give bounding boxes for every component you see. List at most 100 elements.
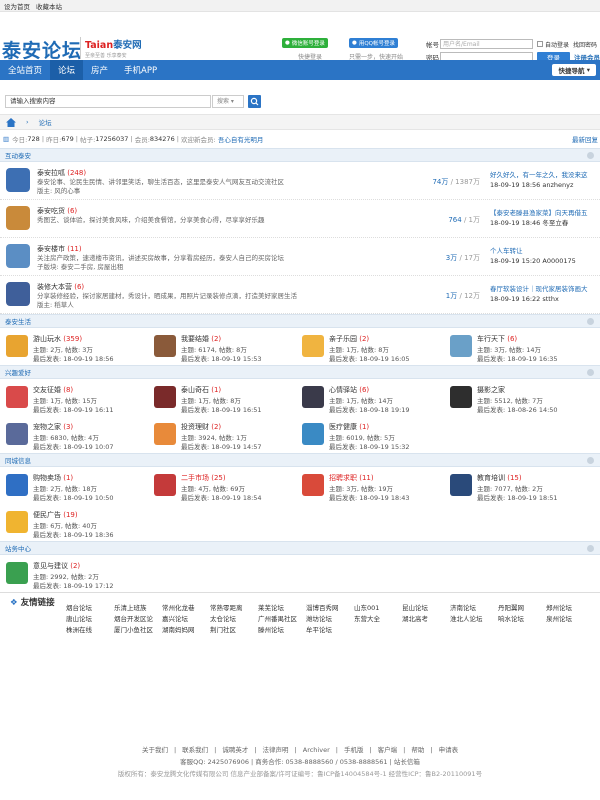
forum-name[interactable]: 泰安楼市: [37, 245, 65, 253]
friend-link[interactable]: 东营大全: [354, 613, 402, 624]
forum-icon[interactable]: [154, 474, 176, 496]
section-header[interactable]: 同城信息: [0, 453, 600, 467]
forum-moderator[interactable]: 版主: 稻草人: [37, 301, 397, 310]
forum-name[interactable]: 我要结婚: [181, 335, 209, 343]
footer-link[interactable]: 客户端: [378, 746, 398, 754]
search-type-select[interactable]: 搜索 ▾: [212, 95, 244, 108]
footer-link[interactable]: Archiver: [303, 746, 330, 754]
forum-title[interactable]: 医疗健康 (1): [329, 422, 369, 432]
forum-icon[interactable]: [6, 206, 30, 230]
friend-link[interactable]: 厦门小鱼社区: [114, 624, 162, 635]
set-home-link[interactable]: 设为首页: [4, 1, 30, 11]
forum-title[interactable]: 装修大本营 (6): [37, 282, 84, 292]
forum-icon[interactable]: [6, 562, 28, 584]
forum-moderator[interactable]: 子版块: 泰安二手房, 房屋出租: [37, 263, 397, 272]
forum-cell[interactable]: 游山玩水 (359) 主题: 2万, 帖数: 3万 最后发表: 18-09-19 1…: [0, 328, 148, 365]
collapse-icon[interactable]: [587, 152, 594, 159]
last-post-title[interactable]: 好久好久，有一年之久，我没来这: [490, 170, 600, 180]
nav-app[interactable]: 手机APP: [116, 60, 165, 80]
friend-link[interactable]: 山东001: [354, 602, 402, 613]
forum-icon[interactable]: [6, 386, 28, 408]
footer-link[interactable]: 手机版: [344, 746, 364, 754]
auto-login-checkbox[interactable]: 自动登录: [537, 40, 569, 49]
friend-link[interactable]: 丹阳翼网: [498, 602, 546, 613]
forum-icon[interactable]: [154, 386, 176, 408]
forum-title[interactable]: 我要结婚 (2): [181, 334, 221, 344]
friend-link[interactable]: 乐清上班族: [114, 602, 162, 613]
forum-name[interactable]: 便民广告: [33, 511, 61, 519]
friend-link[interactable]: 湖北高考: [402, 613, 450, 624]
forum-cell[interactable]: 购物卖场 (1) 主题: 2万, 帖数: 18万 最后发表: 18-09-19 10…: [0, 467, 148, 504]
forum-cell[interactable]: 车行天下 (6) 主题: 3万, 帖数: 14万 最后发表: 18-09-19 16…: [444, 328, 592, 365]
forum-title[interactable]: 购物卖场 (1): [33, 473, 73, 483]
nav-house[interactable]: 房产: [83, 60, 116, 80]
forum-icon[interactable]: [302, 474, 324, 496]
forum-cell[interactable]: 招聘求职 (11) 主题: 3万, 帖数: 19万 最后发表: 18-09-19 1…: [296, 467, 444, 504]
footer-link[interactable]: 法律声明: [263, 746, 289, 754]
forum-icon[interactable]: [302, 423, 324, 445]
friend-link[interactable]: 太仓论坛: [210, 613, 258, 624]
forum-icon[interactable]: [450, 474, 472, 496]
section-header[interactable]: 兴趣爱好: [0, 365, 600, 379]
qq-login-button[interactable]: ● 用QQ帐号登录: [349, 38, 398, 48]
forum-cell[interactable]: 便民广告 (19) 主题: 6万, 帖数: 40万 最后发表: 18-09-19 1…: [0, 504, 148, 541]
forum-cell[interactable]: 宠物之家 (3) 主题: 6830, 帖数: 4万 最后发表: 18-09-19 1…: [0, 416, 148, 453]
friend-link[interactable]: 烟台论坛: [66, 602, 114, 613]
forum-title[interactable]: 泰山奇石 (1): [181, 385, 221, 395]
new-member-link[interactable]: 吾心自有光明月: [218, 134, 264, 144]
friend-link[interactable]: 荆门社区: [210, 624, 258, 635]
friend-link[interactable]: 淄博百秀网: [306, 602, 354, 613]
forum-icon[interactable]: [154, 335, 176, 357]
breadcrumb-forum[interactable]: 论坛: [39, 117, 52, 127]
forum-title[interactable]: 游山玩水 (359): [33, 334, 82, 344]
forum-cell[interactable]: 我要结婚 (2) 主题: 6174, 帖数: 8万 最后发表: 18-09-19 1…: [148, 328, 296, 365]
friend-link[interactable]: 淮北人论坛: [450, 613, 498, 624]
bookmark-link[interactable]: 收藏本站: [36, 1, 62, 11]
footer-link[interactable]: 诚聘英才: [222, 746, 248, 754]
forum-title[interactable]: 心情驿站 (6): [329, 385, 369, 395]
forum-cell[interactable]: 摄影之家 主题: 5512, 帖数: 7万 最后发表: 18-08-26 14:5…: [444, 379, 592, 416]
forum-title[interactable]: 泰安拉呱 (248): [37, 168, 86, 178]
forum-name[interactable]: 车行天下: [477, 335, 505, 343]
forum-name[interactable]: 二手市场: [181, 474, 209, 482]
forum-name[interactable]: 教育培训: [477, 474, 505, 482]
friend-link[interactable]: 泉州论坛: [546, 613, 594, 624]
friend-link[interactable]: 常熟零距离: [210, 602, 258, 613]
forum-row[interactable]: 泰安拉呱 (248) 泰安论事、论民生民情、讲邻里笑话，聊生活百态，这里是泰安人气…: [0, 162, 600, 200]
collapse-icon[interactable]: [587, 545, 594, 552]
footer-link[interactable]: 关于我们: [142, 746, 168, 754]
forum-icon[interactable]: [302, 335, 324, 357]
forum-icon[interactable]: [450, 335, 472, 357]
nav-home[interactable]: 全站首页: [0, 60, 50, 80]
forum-icon[interactable]: [6, 282, 30, 306]
friend-link[interactable]: 响水论坛: [498, 613, 546, 624]
forum-name[interactable]: 招聘求职: [329, 474, 357, 482]
forum-name[interactable]: 交友征婚: [33, 386, 61, 394]
forum-name[interactable]: 装修大本营: [37, 283, 72, 291]
last-post-title[interactable]: 春厅软装设计｜现代家居装饰画大: [490, 284, 600, 294]
forgot-password-link[interactable]: 找回密码: [573, 40, 597, 49]
forum-cell[interactable]: 二手市场 (25) 主题: 4万, 帖数: 69万 最后发表: 18-09-19 1…: [148, 467, 296, 504]
wechat-login-button[interactable]: ● 微信账号登录: [282, 38, 328, 48]
forum-name[interactable]: 泰安吃货: [37, 207, 65, 215]
forum-title[interactable]: 教育培训 (15): [477, 473, 522, 483]
forum-icon[interactable]: [450, 386, 472, 408]
forum-title[interactable]: 交友征婚 (8): [33, 385, 73, 395]
forum-title[interactable]: 招聘求职 (11): [329, 473, 374, 483]
site-logo[interactable]: 泰安论坛: [2, 36, 82, 63]
forum-cell[interactable]: 医疗健康 (1) 主题: 6019, 帖数: 5万 最后发表: 18-09-19 1…: [296, 416, 444, 453]
friend-link[interactable]: 嘉兴论坛: [162, 613, 210, 624]
forum-title[interactable]: 泰安楼市 (11): [37, 244, 82, 254]
forum-name[interactable]: 购物卖场: [33, 474, 61, 482]
forum-cell[interactable]: 意见与建议 (2) 主题: 2992, 帖数: 2万 最后发表: 18-09-19 …: [0, 555, 148, 592]
forum-name[interactable]: 泰山奇石: [181, 386, 209, 394]
friend-link[interactable]: 唐山论坛: [66, 613, 114, 624]
forum-title[interactable]: 便民广告 (19): [33, 510, 78, 520]
forum-row[interactable]: 泰安楼市 (11) 关注房产政策，速递楼市资讯，讲述买房故事，分享看房经历，泰安人…: [0, 238, 600, 276]
forum-name[interactable]: 投资理财: [181, 423, 209, 431]
footer-link[interactable]: 帮助: [411, 746, 424, 754]
forum-row[interactable]: 装修大本营 (6) 分享装修经验，探讨家居建材，秀设计，晒成果，用照片记录装修点滴…: [0, 276, 600, 314]
forum-title[interactable]: 摄影之家: [477, 385, 505, 395]
friend-link[interactable]: 潍坊论坛: [306, 613, 354, 624]
taian-net-logo[interactable]: Taian泰安网 至亲至善 乐享泰安: [80, 37, 142, 59]
